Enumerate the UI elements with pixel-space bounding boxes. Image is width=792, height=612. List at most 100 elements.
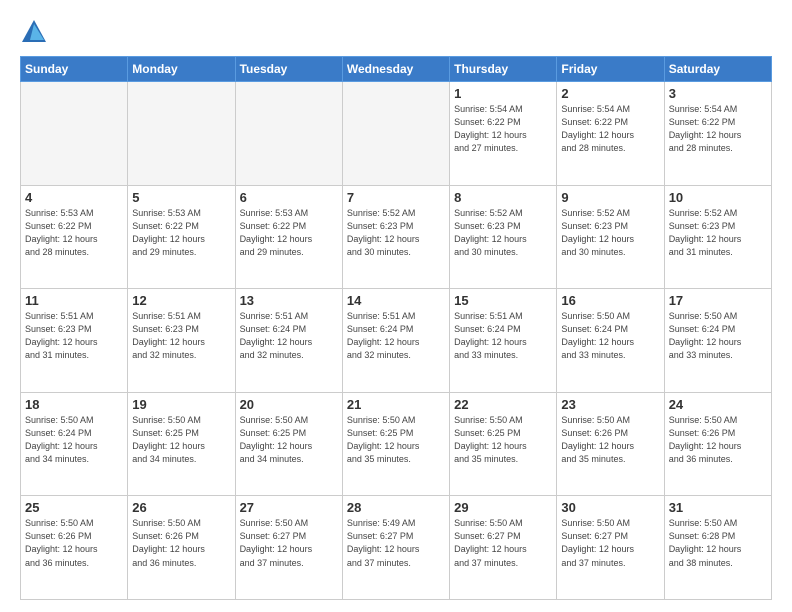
day-info: Sunrise: 5:50 AM Sunset: 6:28 PM Dayligh…	[669, 517, 767, 569]
calendar-cell: 16 Sunrise: 5:50 AM Sunset: 6:24 PM Dayli…	[557, 289, 664, 393]
day-info: Sunrise: 5:53 AM Sunset: 6:22 PM Dayligh…	[240, 207, 338, 259]
calendar-cell: 5 Sunrise: 5:53 AM Sunset: 6:22 PM Daylig…	[128, 185, 235, 289]
calendar-cell: 27 Sunrise: 5:50 AM Sunset: 6:27 PM Dayli…	[235, 496, 342, 600]
day-info: Sunrise: 5:54 AM Sunset: 6:22 PM Dayligh…	[561, 103, 659, 155]
weekday-header-row: SundayMondayTuesdayWednesdayThursdayFrid…	[21, 57, 772, 82]
day-info: Sunrise: 5:52 AM Sunset: 6:23 PM Dayligh…	[347, 207, 445, 259]
weekday-header-friday: Friday	[557, 57, 664, 82]
day-info: Sunrise: 5:52 AM Sunset: 6:23 PM Dayligh…	[669, 207, 767, 259]
calendar-cell: 22 Sunrise: 5:50 AM Sunset: 6:25 PM Dayli…	[450, 392, 557, 496]
calendar-cell: 8 Sunrise: 5:52 AM Sunset: 6:23 PM Daylig…	[450, 185, 557, 289]
calendar-cell: 23 Sunrise: 5:50 AM Sunset: 6:26 PM Dayli…	[557, 392, 664, 496]
calendar-cell: 3 Sunrise: 5:54 AM Sunset: 6:22 PM Daylig…	[664, 82, 771, 186]
day-info: Sunrise: 5:51 AM Sunset: 6:24 PM Dayligh…	[454, 310, 552, 362]
day-number: 2	[561, 86, 659, 101]
day-info: Sunrise: 5:50 AM Sunset: 6:25 PM Dayligh…	[347, 414, 445, 466]
day-number: 28	[347, 500, 445, 515]
day-info: Sunrise: 5:54 AM Sunset: 6:22 PM Dayligh…	[669, 103, 767, 155]
page: SundayMondayTuesdayWednesdayThursdayFrid…	[0, 0, 792, 612]
calendar-cell: 31Sunrise: 5:50 AM Sunset: 6:28 PM Dayli…	[664, 496, 771, 600]
calendar-cell: 9Sunrise: 5:52 AM Sunset: 6:23 PM Daylig…	[557, 185, 664, 289]
day-number: 10	[669, 190, 767, 205]
day-info: Sunrise: 5:50 AM Sunset: 6:24 PM Dayligh…	[561, 310, 659, 362]
day-info: Sunrise: 5:50 AM Sunset: 6:27 PM Dayligh…	[454, 517, 552, 569]
day-info: Sunrise: 5:49 AM Sunset: 6:27 PM Dayligh…	[347, 517, 445, 569]
calendar-cell: 15 Sunrise: 5:51 AM Sunset: 6:24 PM Dayli…	[450, 289, 557, 393]
week-row-4: 18 Sunrise: 5:50 AM Sunset: 6:24 PM Dayli…	[21, 392, 772, 496]
day-number: 30	[561, 500, 659, 515]
day-info: Sunrise: 5:50 AM Sunset: 6:26 PM Dayligh…	[561, 414, 659, 466]
day-number: 25	[25, 500, 123, 515]
day-number: 17	[669, 293, 767, 308]
day-info: Sunrise: 5:52 AM Sunset: 6:23 PM Dayligh…	[454, 207, 552, 259]
calendar-cell: 11 Sunrise: 5:51 AM Sunset: 6:23 PM Dayli…	[21, 289, 128, 393]
header	[20, 18, 772, 46]
calendar-table: SundayMondayTuesdayWednesdayThursdayFrid…	[20, 56, 772, 600]
day-number: 24	[669, 397, 767, 412]
calendar-cell: 26Sunrise: 5:50 AM Sunset: 6:26 PM Dayli…	[128, 496, 235, 600]
day-info: Sunrise: 5:50 AM Sunset: 6:25 PM Dayligh…	[132, 414, 230, 466]
day-number: 1	[454, 86, 552, 101]
calendar-cell: 2 Sunrise: 5:54 AM Sunset: 6:22 PM Daylig…	[557, 82, 664, 186]
day-info: Sunrise: 5:50 AM Sunset: 6:25 PM Dayligh…	[240, 414, 338, 466]
day-info: Sunrise: 5:51 AM Sunset: 6:24 PM Dayligh…	[240, 310, 338, 362]
day-info: Sunrise: 5:50 AM Sunset: 6:24 PM Dayligh…	[25, 414, 123, 466]
weekday-header-monday: Monday	[128, 57, 235, 82]
day-number: 27	[240, 500, 338, 515]
calendar-cell: 19 Sunrise: 5:50 AM Sunset: 6:25 PM Dayli…	[128, 392, 235, 496]
calendar-cell: 29 Sunrise: 5:50 AM Sunset: 6:27 PM Dayli…	[450, 496, 557, 600]
day-number: 19	[132, 397, 230, 412]
calendar-cell: 12Sunrise: 5:51 AM Sunset: 6:23 PM Dayli…	[128, 289, 235, 393]
day-number: 4	[25, 190, 123, 205]
day-info: Sunrise: 5:53 AM Sunset: 6:22 PM Dayligh…	[25, 207, 123, 259]
calendar-cell: 6 Sunrise: 5:53 AM Sunset: 6:22 PM Daylig…	[235, 185, 342, 289]
calendar-cell: 20Sunrise: 5:50 AM Sunset: 6:25 PM Dayli…	[235, 392, 342, 496]
day-number: 5	[132, 190, 230, 205]
calendar-cell	[342, 82, 449, 186]
calendar-cell: 30 Sunrise: 5:50 AM Sunset: 6:27 PM Dayli…	[557, 496, 664, 600]
week-row-2: 4 Sunrise: 5:53 AM Sunset: 6:22 PM Daylig…	[21, 185, 772, 289]
calendar-cell	[21, 82, 128, 186]
day-info: Sunrise: 5:54 AM Sunset: 6:22 PM Dayligh…	[454, 103, 552, 155]
calendar-cell: 25 Sunrise: 5:50 AM Sunset: 6:26 PM Dayli…	[21, 496, 128, 600]
day-info: Sunrise: 5:50 AM Sunset: 6:27 PM Dayligh…	[240, 517, 338, 569]
day-number: 6	[240, 190, 338, 205]
day-number: 11	[25, 293, 123, 308]
day-info: Sunrise: 5:53 AM Sunset: 6:22 PM Dayligh…	[132, 207, 230, 259]
day-info: Sunrise: 5:51 AM Sunset: 6:23 PM Dayligh…	[25, 310, 123, 362]
logo-icon	[20, 18, 48, 46]
day-info: Sunrise: 5:50 AM Sunset: 6:26 PM Dayligh…	[132, 517, 230, 569]
day-number: 3	[669, 86, 767, 101]
day-number: 7	[347, 190, 445, 205]
week-row-5: 25 Sunrise: 5:50 AM Sunset: 6:26 PM Dayli…	[21, 496, 772, 600]
weekday-header-saturday: Saturday	[664, 57, 771, 82]
day-number: 18	[25, 397, 123, 412]
week-row-3: 11 Sunrise: 5:51 AM Sunset: 6:23 PM Dayli…	[21, 289, 772, 393]
calendar-cell	[235, 82, 342, 186]
weekday-header-tuesday: Tuesday	[235, 57, 342, 82]
day-number: 13	[240, 293, 338, 308]
day-number: 21	[347, 397, 445, 412]
day-info: Sunrise: 5:51 AM Sunset: 6:23 PM Dayligh…	[132, 310, 230, 362]
day-number: 16	[561, 293, 659, 308]
calendar-cell: 4 Sunrise: 5:53 AM Sunset: 6:22 PM Daylig…	[21, 185, 128, 289]
week-row-1: 1 Sunrise: 5:54 AM Sunset: 6:22 PM Daylig…	[21, 82, 772, 186]
calendar-cell: 13 Sunrise: 5:51 AM Sunset: 6:24 PM Dayli…	[235, 289, 342, 393]
day-number: 29	[454, 500, 552, 515]
day-number: 23	[561, 397, 659, 412]
day-info: Sunrise: 5:50 AM Sunset: 6:26 PM Dayligh…	[25, 517, 123, 569]
day-info: Sunrise: 5:50 AM Sunset: 6:26 PM Dayligh…	[669, 414, 767, 466]
day-info: Sunrise: 5:50 AM Sunset: 6:25 PM Dayligh…	[454, 414, 552, 466]
day-number: 8	[454, 190, 552, 205]
calendar-cell: 1 Sunrise: 5:54 AM Sunset: 6:22 PM Daylig…	[450, 82, 557, 186]
calendar-cell: 14Sunrise: 5:51 AM Sunset: 6:24 PM Dayli…	[342, 289, 449, 393]
calendar-cell: 10 Sunrise: 5:52 AM Sunset: 6:23 PM Dayli…	[664, 185, 771, 289]
weekday-header-thursday: Thursday	[450, 57, 557, 82]
calendar-cell: 17Sunrise: 5:50 AM Sunset: 6:24 PM Dayli…	[664, 289, 771, 393]
day-number: 14	[347, 293, 445, 308]
day-info: Sunrise: 5:50 AM Sunset: 6:27 PM Dayligh…	[561, 517, 659, 569]
weekday-header-wednesday: Wednesday	[342, 57, 449, 82]
day-number: 15	[454, 293, 552, 308]
calendar-cell: 7 Sunrise: 5:52 AM Sunset: 6:23 PM Daylig…	[342, 185, 449, 289]
day-number: 22	[454, 397, 552, 412]
